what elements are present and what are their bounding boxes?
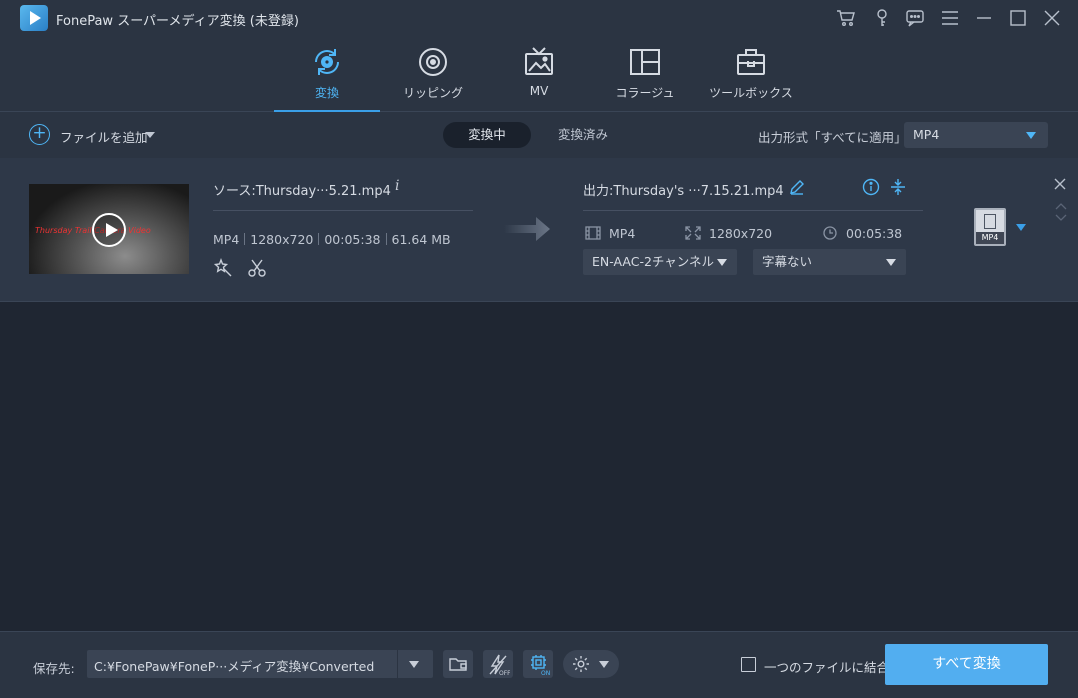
add-file-label: ファイルを追加: [60, 130, 148, 145]
tab-convert[interactable]: 変換: [274, 36, 380, 113]
source-format: MP4: [213, 232, 240, 247]
svg-text:OFF: OFF: [499, 670, 510, 676]
source-filename: ソース:Thursday···5.21.mp4: [213, 184, 391, 199]
app-logo: [20, 5, 48, 31]
toolbox-icon: [735, 46, 767, 78]
merge-label[interactable]: 一つのファイルに結合: [764, 657, 889, 676]
format-badge-label: MP4: [976, 232, 1004, 244]
source-size: 61.64 MB: [391, 232, 451, 247]
chevron-down-icon: [1026, 132, 1036, 139]
output-format: MP4: [609, 226, 636, 241]
file-item: Thursday Trail Camera Video ソース:Thursday…: [0, 158, 1078, 302]
main-nav: 変換 リッピング MV コラージュ ツールボックス: [0, 36, 1078, 113]
tab-toolbox[interactable]: ツールボックス: [698, 36, 804, 112]
minimize-icon[interactable]: [974, 8, 994, 28]
tab-label: 変換: [314, 86, 339, 100]
tab-label: ツールボックス: [709, 86, 793, 100]
menu-icon[interactable]: [940, 8, 960, 28]
film-icon: [585, 226, 601, 240]
settings-button[interactable]: [563, 650, 619, 678]
audio-track-select[interactable]: EN-AAC-2チャンネル: [583, 249, 737, 275]
info-icon[interactable]: i: [395, 178, 399, 194]
arrow-right-icon: [504, 216, 552, 242]
save-path-value: C:¥FonePaw¥FoneP···メディア変換¥Converted: [94, 659, 375, 674]
resize-icon: [685, 226, 701, 240]
chevron-down-icon: [717, 259, 727, 266]
video-thumbnail[interactable]: Thursday Trail Camera Video: [29, 184, 189, 274]
tab-label: リッピング: [402, 86, 463, 100]
chevron-down-icon[interactable]: [1016, 224, 1026, 231]
title-bar: FonePaw スーパーメディア変換 (未登録): [0, 0, 1078, 36]
app-title: FonePaw スーパーメディア変換 (未登録): [56, 14, 299, 29]
output-resolution-meta: 1280x720: [685, 226, 772, 241]
chevron-down-icon[interactable]: [145, 132, 155, 138]
compress-icon[interactable]: [889, 178, 907, 196]
remove-icon[interactable]: [1053, 176, 1067, 190]
key-icon[interactable]: [872, 8, 892, 28]
output-format-label: 出力形式「すべてに適用」:: [758, 130, 911, 145]
output-format-badge[interactable]: MP4: [974, 208, 1006, 246]
divider: [213, 210, 473, 211]
plus-icon: +: [29, 124, 50, 145]
info-circle-icon[interactable]: [862, 178, 880, 196]
output-format-meta: MP4: [585, 226, 635, 241]
disc-icon: [417, 46, 449, 78]
merge-checkbox[interactable]: [741, 657, 756, 672]
tab-converting[interactable]: 変換中: [443, 122, 531, 148]
source-meta: MP4 1280x720 00:05:38 61.64 MB: [213, 232, 451, 247]
convert-icon: [311, 46, 343, 78]
gear-icon: [573, 656, 589, 672]
chevron-down-icon: [886, 259, 896, 266]
feedback-icon[interactable]: [905, 8, 925, 28]
output-duration: 00:05:38: [846, 226, 903, 241]
magic-wand-icon[interactable]: [213, 258, 233, 278]
tab-ripping[interactable]: リッピング: [380, 36, 486, 112]
output-filename: 出力:Thursday's ···7.15.21.mp4: [583, 184, 784, 199]
cart-icon[interactable]: [836, 8, 856, 28]
chevron-down-icon[interactable]: [409, 661, 419, 668]
tab-collage[interactable]: コラージュ: [592, 36, 698, 112]
divider: [397, 650, 398, 678]
move-down-icon[interactable]: [1055, 207, 1067, 221]
lightning-off-icon: OFF: [489, 654, 510, 676]
bottom-bar: 保存先: C:¥FonePaw¥FoneP···メディア変換¥Converted…: [0, 631, 1078, 698]
tab-mv[interactable]: MV: [486, 36, 592, 112]
output-resolution: 1280x720: [709, 226, 773, 241]
folder-icon: [449, 658, 467, 671]
divider: [583, 210, 923, 211]
output-duration-meta: 00:05:38: [822, 226, 902, 241]
subtitle-value: 字幕ない: [762, 254, 813, 269]
clock-icon: [823, 226, 837, 240]
save-path-select[interactable]: C:¥FonePaw¥FoneP···メディア変換¥Converted: [87, 650, 433, 678]
film-icon: [984, 214, 996, 229]
source-resolution: 1280x720: [250, 232, 314, 247]
output-format-select[interactable]: MP4: [904, 122, 1048, 148]
scissors-icon[interactable]: [247, 258, 267, 278]
toolbar: + ファイルを追加 変換中 変換済み 出力形式「すべてに適用」: MP4: [0, 112, 1078, 158]
svg-text:ON: ON: [541, 670, 550, 676]
tv-icon: [523, 46, 555, 78]
chevron-down-icon: [599, 661, 609, 668]
move-up-icon[interactable]: [1055, 195, 1067, 210]
pencil-icon[interactable]: [789, 179, 805, 195]
audio-track-value: EN-AAC-2チャンネル: [592, 254, 715, 269]
open-folder-button[interactable]: [443, 650, 473, 678]
maximize-icon[interactable]: [1008, 8, 1028, 28]
convert-all-button[interactable]: すべて変換: [885, 644, 1048, 685]
save-location-label: 保存先:: [33, 661, 75, 676]
gpu-accel-on-button[interactable]: ON: [523, 650, 553, 678]
tab-label: MV: [529, 84, 549, 98]
collage-icon: [629, 46, 661, 78]
tab-converted[interactable]: 変換済み: [540, 122, 626, 148]
source-duration: 00:05:38: [324, 232, 381, 247]
play-icon[interactable]: [92, 213, 126, 247]
tab-label: コラージュ: [615, 86, 675, 100]
subtitle-select[interactable]: 字幕ない: [753, 249, 906, 275]
output-format-value: MP4: [913, 127, 940, 142]
hardware-accel-off-button[interactable]: OFF: [483, 650, 513, 678]
cpu-chip-icon: ON: [531, 655, 550, 676]
close-icon[interactable]: [1042, 8, 1062, 28]
